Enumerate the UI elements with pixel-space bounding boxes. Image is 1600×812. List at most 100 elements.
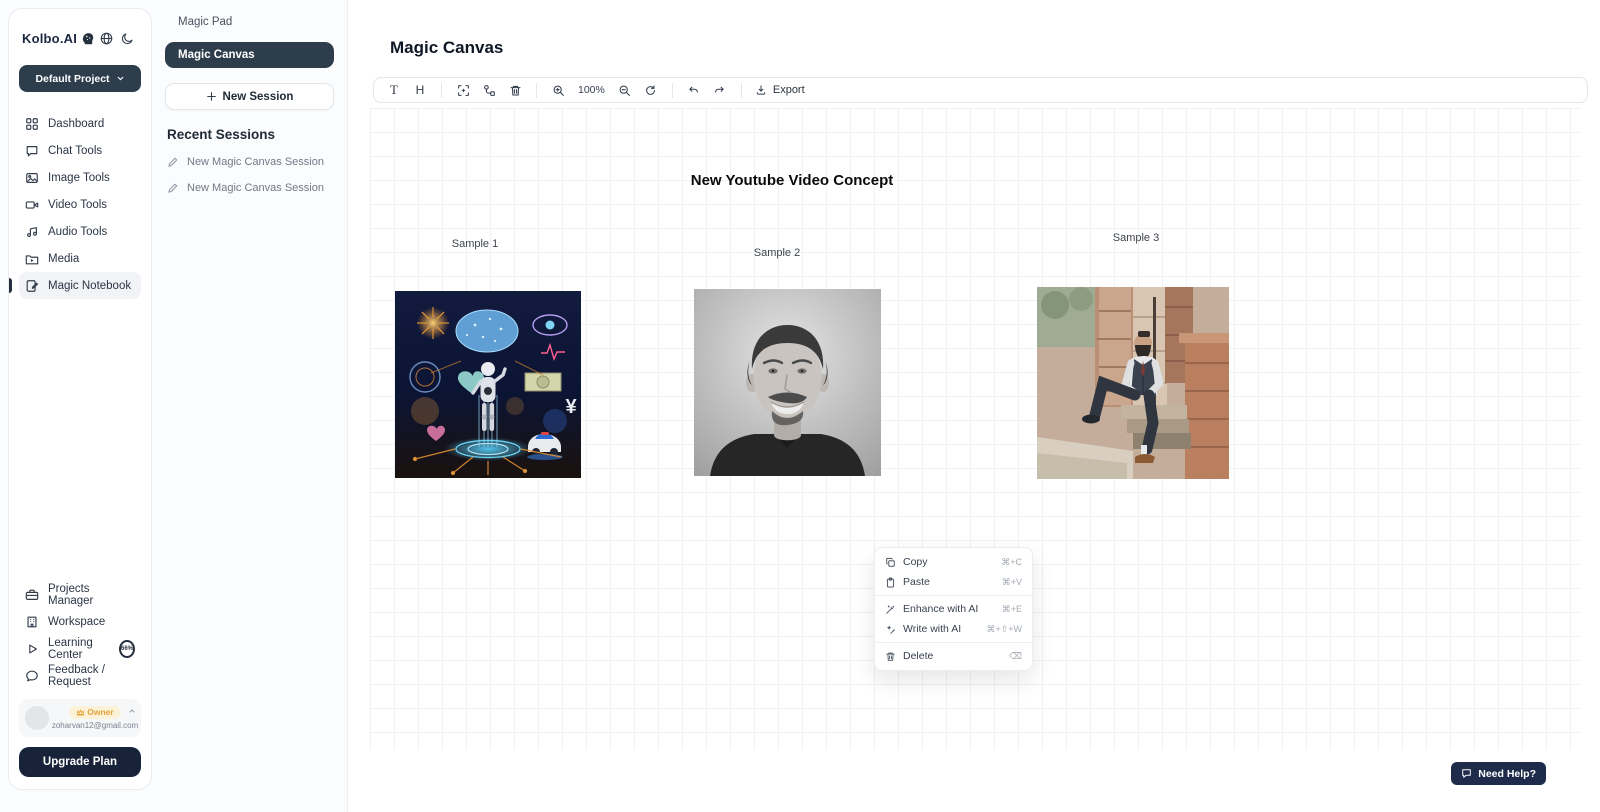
session-panel: Magic Pad Magic Canvas New Session Recen… xyxy=(152,0,348,812)
project-selector[interactable]: Default Project xyxy=(19,65,141,92)
undo-button[interactable] xyxy=(682,80,706,100)
session-list-item[interactable]: New Magic Canvas Session xyxy=(165,174,334,200)
dark-mode-moon-icon[interactable] xyxy=(117,27,138,49)
zoom-out-button[interactable] xyxy=(613,80,637,100)
toolbar-separator xyxy=(741,83,742,98)
heading-tool-button[interactable]: H xyxy=(408,80,432,100)
sample-3-label[interactable]: Sample 3 xyxy=(1081,232,1191,244)
new-session-button[interactable]: New Session xyxy=(165,83,334,110)
need-help-button[interactable]: Need Help? xyxy=(1451,762,1546,785)
ai-select-area-button[interactable] xyxy=(451,80,475,100)
toolbar-separator xyxy=(441,83,442,98)
logo-row: Kolbo.AI xyxy=(19,27,141,49)
zoom-out-icon xyxy=(618,84,631,97)
upgrade-plan-button[interactable]: Upgrade Plan xyxy=(19,747,141,777)
magic-notebook-icon xyxy=(25,279,39,293)
zoom-level: 100% xyxy=(572,84,611,96)
rotate-reset-icon xyxy=(644,84,657,97)
menu-item-label: Delete xyxy=(903,650,933,662)
sidebar-item-image-tools[interactable]: Image Tools xyxy=(19,164,141,191)
menu-divider xyxy=(875,642,1032,643)
brain-head-icon xyxy=(80,30,95,46)
pencil-icon xyxy=(167,182,179,194)
menu-item-label: Paste xyxy=(903,576,930,588)
text-tool-button[interactable]: T xyxy=(382,80,406,100)
trash-icon xyxy=(885,651,896,662)
play-icon xyxy=(25,642,39,656)
video-camera-icon xyxy=(25,198,39,212)
avatar xyxy=(25,706,49,730)
sidebar-item-label: Magic Notebook xyxy=(48,280,131,292)
recent-sessions-title: Recent Sessions xyxy=(167,127,334,142)
select-area-icon xyxy=(457,84,470,97)
session-item-label: New Magic Canvas Session xyxy=(187,182,324,194)
delete-tool-button[interactable] xyxy=(503,80,527,100)
sidebar-item-label: Media xyxy=(48,253,79,265)
sample-1-image[interactable]: ¥ xyxy=(395,291,581,478)
media-folder-icon xyxy=(25,252,39,266)
sidebar-item-label: Video Tools xyxy=(48,199,107,211)
language-globe-icon[interactable] xyxy=(96,27,117,49)
svg-text:¥: ¥ xyxy=(565,396,577,418)
canvas-toolbar: T H 100% xyxy=(373,77,1588,103)
sample-2-label[interactable]: Sample 2 xyxy=(722,247,832,259)
music-note-icon xyxy=(25,225,39,239)
redo-icon xyxy=(713,84,726,97)
copy-icon xyxy=(885,557,896,568)
sidebar-item-audio-tools[interactable]: Audio Tools xyxy=(19,218,141,245)
pencil-icon xyxy=(167,156,179,168)
export-button[interactable]: Export xyxy=(751,84,809,96)
tab-magic-pad[interactable]: Magic Pad xyxy=(165,14,334,42)
logo: Kolbo.AI xyxy=(22,31,77,46)
menu-item-enhance-with-ai[interactable]: Enhance with AI ⌘+E xyxy=(875,599,1032,619)
sidebar-item-label: Projects Manager xyxy=(48,583,135,607)
sidebar-item-chat-tools[interactable]: Chat Tools xyxy=(19,137,141,164)
chevron-up-icon xyxy=(128,707,136,715)
sidebar-item-dashboard[interactable]: Dashboard xyxy=(19,110,141,137)
sidebar-item-learning-center[interactable]: Learning Center 66% xyxy=(19,635,141,662)
sidebar-item-label: Chat Tools xyxy=(48,145,102,157)
menu-item-label: Write with AI xyxy=(903,623,961,635)
sidebar-item-workspace[interactable]: Workspace xyxy=(19,608,141,635)
sidebar-item-projects-manager[interactable]: Projects Manager xyxy=(19,581,141,608)
sidebar-item-feedback-request[interactable]: Feedback / Request xyxy=(19,662,141,689)
menu-item-write-with-ai[interactable]: Write with AI ⌘+⇧+W xyxy=(875,619,1032,639)
tab-magic-canvas[interactable]: Magic Canvas xyxy=(165,42,334,68)
project-selector-label: Default Project xyxy=(35,73,109,85)
redo-button[interactable] xyxy=(708,80,732,100)
sample-1-label[interactable]: Sample 1 xyxy=(420,238,530,250)
magic-canvas-surface[interactable]: New Youtube Video Concept Sample 1 Sampl… xyxy=(370,108,1580,750)
help-chat-icon xyxy=(1461,768,1472,779)
chat-bubble-icon xyxy=(25,144,39,158)
sidebar-item-media[interactable]: Media xyxy=(19,245,141,272)
owner-badge-label: Owner xyxy=(87,707,113,717)
sidebar-nav: Dashboard Chat Tools Image Tools Video T… xyxy=(19,110,141,299)
sample-3-image[interactable] xyxy=(1037,287,1229,479)
sidebar-footer-nav: Projects Manager Workspace Learning Cent… xyxy=(19,581,141,689)
sidebar-item-video-tools[interactable]: Video Tools xyxy=(19,191,141,218)
account-card[interactable]: Owner zoharvan12@gmail.com xyxy=(19,699,141,737)
menu-divider xyxy=(875,595,1032,596)
sidebar-item-magic-notebook[interactable]: Magic Notebook xyxy=(19,272,141,299)
image-icon xyxy=(25,171,39,185)
sidebar-item-label: Workspace xyxy=(48,616,105,628)
menu-item-shortcut: ⌘+⇧+W xyxy=(986,624,1022,635)
sample-2-image[interactable] xyxy=(694,289,881,476)
sidebar-item-label: Audio Tools xyxy=(48,226,107,238)
owner-badge: Owner xyxy=(69,706,120,719)
paste-clipboard-icon xyxy=(885,577,896,588)
sidebar-item-label: Learning Center xyxy=(48,637,106,661)
toolbar-separator xyxy=(672,83,673,98)
canvas-heading[interactable]: New Youtube Video Concept xyxy=(622,172,962,189)
building-icon xyxy=(25,615,39,629)
menu-item-delete[interactable]: Delete ⌫ xyxy=(875,646,1032,666)
connector-tool-button[interactable] xyxy=(477,80,501,100)
reset-view-button[interactable] xyxy=(639,80,663,100)
menu-item-paste[interactable]: Paste ⌘+V xyxy=(875,572,1032,592)
toolbar-separator xyxy=(536,83,537,98)
zoom-in-button[interactable] xyxy=(546,80,570,100)
session-list-item[interactable]: New Magic Canvas Session xyxy=(165,148,334,174)
briefcase-icon xyxy=(25,588,39,602)
menu-item-shortcut: ⌘+E xyxy=(1002,604,1022,615)
menu-item-copy[interactable]: Copy ⌘+C xyxy=(875,552,1032,572)
